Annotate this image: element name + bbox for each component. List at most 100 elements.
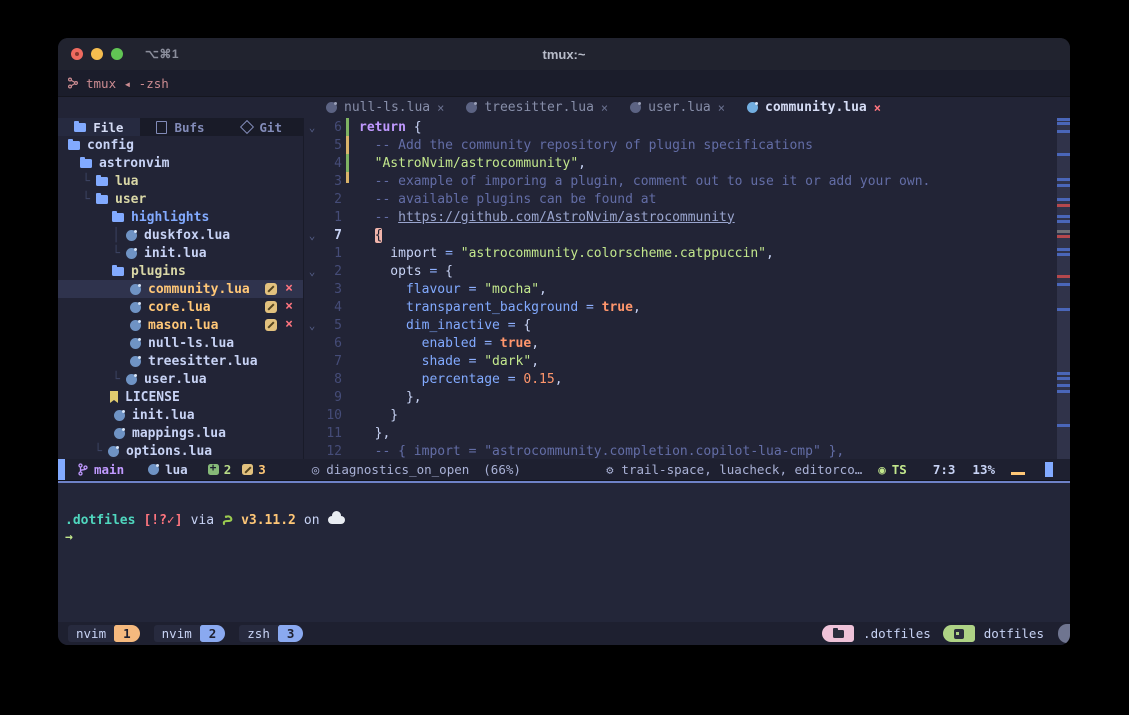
code-line-15[interactable]: 8 percentage = 0.15, <box>304 370 1070 388</box>
line-number: 11 <box>320 426 342 441</box>
tree-item-user[interactable]: └user <box>58 190 303 208</box>
code-line-2[interactable]: 5 -- Add the community repository of plu… <box>304 136 1070 154</box>
line-number: 5 <box>320 318 342 333</box>
tree-item-highlights[interactable]: highlights <box>58 208 303 226</box>
tree-item-LICENSE[interactable]: LICENSE <box>58 388 303 406</box>
tree-item-label: community.lua <box>148 282 250 297</box>
tmux-status-bar: nvim1nvim2zsh3 .dotfilesdotfiles <box>58 622 1070 645</box>
tree-item-null-ls.lua[interactable]: null-ls.lua <box>58 334 303 352</box>
session-tree-icon <box>67 77 79 89</box>
tree-item-community.lua[interactable]: community.lua × <box>58 280 303 298</box>
close-file-icon[interactable]: × <box>285 283 293 295</box>
code-line-16[interactable]: 9 }, <box>304 388 1070 406</box>
tmux-window-zsh-3[interactable]: zsh3 <box>239 625 303 642</box>
code-line-5[interactable]: 2 -- available plugins can be found at <box>304 190 1070 208</box>
lua-file-icon <box>130 356 141 367</box>
tree-item-label: lua <box>115 174 138 189</box>
treesitter-label: TS <box>892 462 907 477</box>
code-line-10[interactable]: 3 flavour = "mocha", <box>304 280 1070 298</box>
lua-file-icon <box>114 410 125 421</box>
line-number: 1 <box>320 246 342 261</box>
tmux-window-nvim-1[interactable]: nvim1 <box>68 625 140 642</box>
tmux-window-nvim-2[interactable]: nvim2 <box>154 625 226 642</box>
code-line-7[interactable]: ⌄7 { <box>304 226 1070 244</box>
buffer-tab-label: user.lua <box>648 100 711 115</box>
code-line-4[interactable]: 3 -- example of imporing a plugin, comme… <box>304 172 1070 190</box>
git-sign <box>346 190 349 208</box>
tree-item-mason.lua[interactable]: mason.lua× <box>58 316 303 334</box>
prompt-arrow: → <box>65 530 1070 545</box>
tree-item-init.lua[interactable]: └init.lua <box>58 244 303 262</box>
tree-guide: │ <box>58 228 120 243</box>
neotree-tab-label: File <box>93 120 123 135</box>
code-line-18[interactable]: 11 }, <box>304 424 1070 442</box>
code-line-12[interactable]: ⌄5 dim_inactive = { <box>304 316 1070 334</box>
code-text: }, <box>359 390 422 405</box>
close-file-icon[interactable]: × <box>285 319 293 331</box>
buffer-tabline: null-ls.lua×treesitter.lua×user.lua×comm… <box>58 97 1070 118</box>
code-line-1[interactable]: ⌄6return { <box>304 118 1070 136</box>
tree-item-init.lua[interactable]: init.lua <box>58 406 303 424</box>
editor-pane[interactable]: ⌄6return {5 -- Add the community reposit… <box>304 118 1070 459</box>
diff-modified-icon <box>242 464 253 475</box>
buffer-tab-null-ls.lua[interactable]: null-ls.lua × <box>315 100 455 115</box>
tree-item-options.lua[interactable]: └options.lua <box>58 442 303 459</box>
git-sign <box>346 424 349 442</box>
code-line-17[interactable]: 10 } <box>304 406 1070 424</box>
close-buffer-icon[interactable]: × <box>437 101 444 115</box>
code-line-9[interactable]: ⌄2 opts = { <box>304 262 1070 280</box>
close-buffer-icon[interactable]: × <box>718 101 725 115</box>
git-sign <box>346 334 349 352</box>
tree-item-astronvim[interactable]: astronvim <box>58 154 303 172</box>
fold-marker[interactable]: ⌄ <box>304 265 320 278</box>
tree-item-user.lua[interactable]: └user.lua <box>58 370 303 388</box>
iterm-tab-title[interactable]: tmux ◂ -zsh <box>86 76 169 91</box>
fold-marker[interactable]: ⌄ <box>304 319 320 332</box>
buffer-tab-label: null-ls.lua <box>344 100 430 115</box>
tree-item-config[interactable]: config <box>58 136 303 154</box>
tree-guide: └ <box>58 192 90 207</box>
lua-file-icon <box>326 102 337 113</box>
code-line-19[interactable]: 12 -- { import = "astrocommunity.complet… <box>304 442 1070 459</box>
shell-pane[interactable]: .dotfiles[!?✓]viav3.11.2on → <box>58 483 1070 622</box>
tree-item-treesitter.lua[interactable]: treesitter.lua <box>58 352 303 370</box>
close-buffer-icon[interactable]: × <box>874 101 881 115</box>
lua-file-icon <box>130 338 141 349</box>
neotree-tab-git[interactable]: Git <box>221 118 303 136</box>
line-number: 6 <box>320 336 342 351</box>
scroll-mark <box>1057 118 1070 121</box>
neotree-tab-bufs[interactable]: Bufs <box>140 118 222 136</box>
neotree-tab-label: Bufs <box>174 120 204 135</box>
code-line-8[interactable]: 1 import = "astrocommunity.colorscheme.c… <box>304 244 1070 262</box>
scroll-mark <box>1057 184 1070 187</box>
tree-item-plugins[interactable]: plugins <box>58 262 303 280</box>
close-file-icon[interactable]: × <box>285 301 293 313</box>
scroll-mark <box>1057 130 1070 133</box>
tree-item-duskfox.lua[interactable]: │duskfox.lua <box>58 226 303 244</box>
tree-item-core.lua[interactable]: core.lua× <box>58 298 303 316</box>
code-line-14[interactable]: 7 shade = "dark", <box>304 352 1070 370</box>
code-line-3[interactable]: 4 "AstroNvim/astrocommunity", <box>304 154 1070 172</box>
folder-icon <box>112 213 124 222</box>
active-plugins-list: trail-space, luacheck, editorco… <box>621 462 862 477</box>
prompt-directory: .dotfiles <box>65 513 135 528</box>
fold-marker[interactable]: ⌄ <box>304 121 320 134</box>
line-number: 10 <box>320 408 342 423</box>
python-snake-icon <box>222 513 235 526</box>
buffer-tab-user.lua[interactable]: user.lua × <box>619 100 736 115</box>
tree-item-lua[interactable]: └lua <box>58 172 303 190</box>
modified-pencil-icon <box>265 319 277 331</box>
terminal-window: ⌥⌘1 tmux:~ tmux ◂ -zsh null-ls.lua×trees… <box>58 38 1070 645</box>
buffer-tab-community.lua[interactable]: community.lua× <box>736 100 892 115</box>
buffer-tab-treesitter.lua[interactable]: treesitter.lua× <box>455 100 619 115</box>
fold-marker[interactable]: ⌄ <box>304 229 320 242</box>
tmux-folder-pill <box>822 625 854 642</box>
code-line-6[interactable]: 1 -- https://github.com/AstroNvim/astroc… <box>304 208 1070 226</box>
neotree-tab-file[interactable]: File <box>58 118 140 136</box>
code-line-13[interactable]: 6 enabled = true, <box>304 334 1070 352</box>
close-buffer-icon[interactable]: × <box>601 101 608 115</box>
editor-scrollbar[interactable] <box>1057 118 1070 459</box>
diff-added-count: 2 <box>224 462 232 477</box>
code-line-11[interactable]: 4 transparent_background = true, <box>304 298 1070 316</box>
tree-item-mappings.lua[interactable]: mappings.lua <box>58 424 303 442</box>
